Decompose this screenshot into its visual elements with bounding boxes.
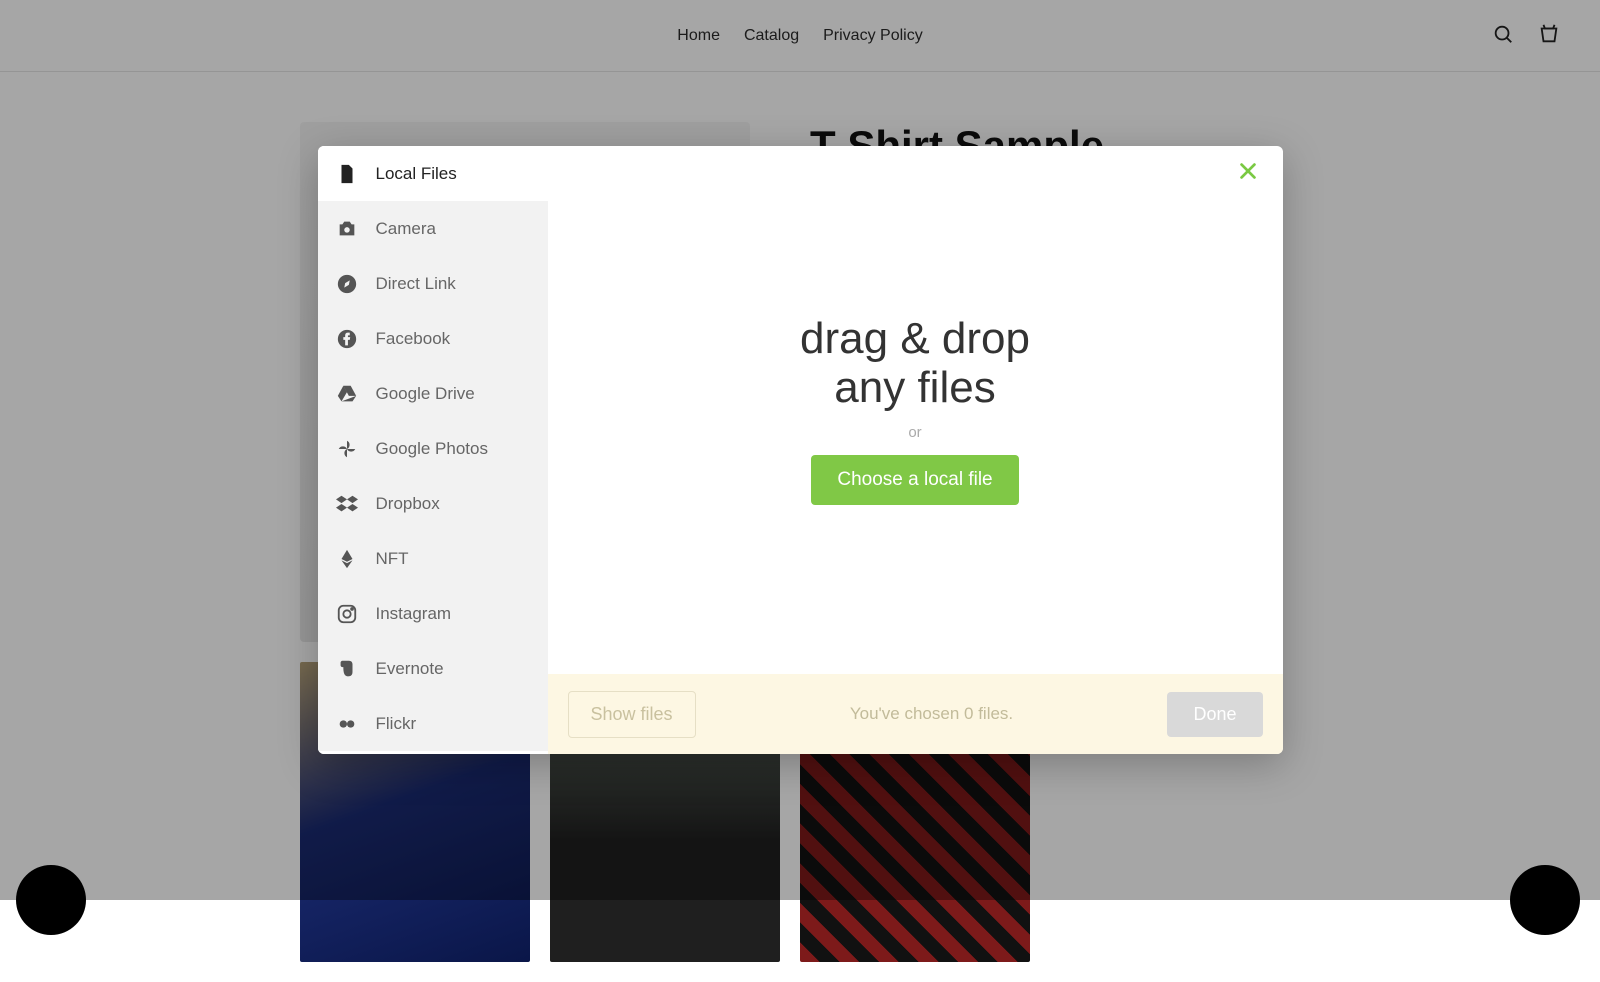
sidebar-item-direct-link[interactable]: Direct Link [318,256,548,311]
show-files-button[interactable]: Show files [568,691,696,738]
camera-icon [336,218,358,240]
modal-overlay[interactable]: Local Files Camera Direct Link Facebook [0,0,1600,900]
sidebar-item-label: Facebook [376,329,451,349]
file-count-status: You've chosen 0 files. [716,704,1148,724]
instagram-icon [336,603,358,625]
google-photos-icon [336,438,358,460]
sidebar-item-facebook[interactable]: Facebook [318,311,548,366]
google-drive-icon [336,383,358,405]
sidebar-item-label: Evernote [376,659,444,679]
compass-icon [336,273,358,295]
sidebar-item-label: Flickr [376,714,417,734]
sidebar-item-dropbox[interactable]: Dropbox [318,476,548,531]
sidebar-item-label: Local Files [376,164,457,184]
drop-title-line1: drag & drop [800,314,1030,363]
upload-main: drag & drop any files or Choose a local … [548,146,1283,754]
sidebar-item-label: Direct Link [376,274,456,294]
sidebar-item-nft[interactable]: NFT [318,531,548,586]
sidebar-item-google-drive[interactable]: Google Drive [318,366,548,421]
or-label: or [908,424,921,441]
sidebar-item-local-files[interactable]: Local Files [318,146,548,201]
sidebar-item-label: Google Drive [376,384,475,404]
drop-area[interactable]: drag & drop any files or Choose a local … [548,146,1283,674]
sidebar-item-camera[interactable]: Camera [318,201,548,256]
sidebar-item-label: Instagram [376,604,452,624]
facebook-icon [336,328,358,350]
close-button[interactable] [1237,160,1267,190]
choose-file-button[interactable]: Choose a local file [811,455,1018,505]
sidebar-item-label: Dropbox [376,494,440,514]
evernote-icon [336,658,358,680]
modal-footer: Show files You've chosen 0 files. Done [548,674,1283,754]
sidebar-item-google-photos[interactable]: Google Photos [318,421,548,476]
sidebar-item-label: Google Photos [376,439,488,459]
ethereum-icon [336,548,358,570]
sidebar-item-label: Camera [376,219,436,239]
drop-title-line2: any files [834,363,995,412]
file-upload-modal: Local Files Camera Direct Link Facebook [318,146,1283,754]
file-icon [336,163,358,185]
done-button[interactable]: Done [1167,692,1262,737]
flickr-icon [336,713,358,735]
sidebar-item-flickr[interactable]: Flickr [318,696,548,751]
sidebar-item-evernote[interactable]: Evernote [318,641,548,696]
sidebar-item-instagram[interactable]: Instagram [318,586,548,641]
sidebar-item-label: NFT [376,549,409,569]
dropbox-icon [336,493,358,515]
drop-title: drag & drop any files [800,315,1030,412]
source-sidebar: Local Files Camera Direct Link Facebook [318,146,548,754]
